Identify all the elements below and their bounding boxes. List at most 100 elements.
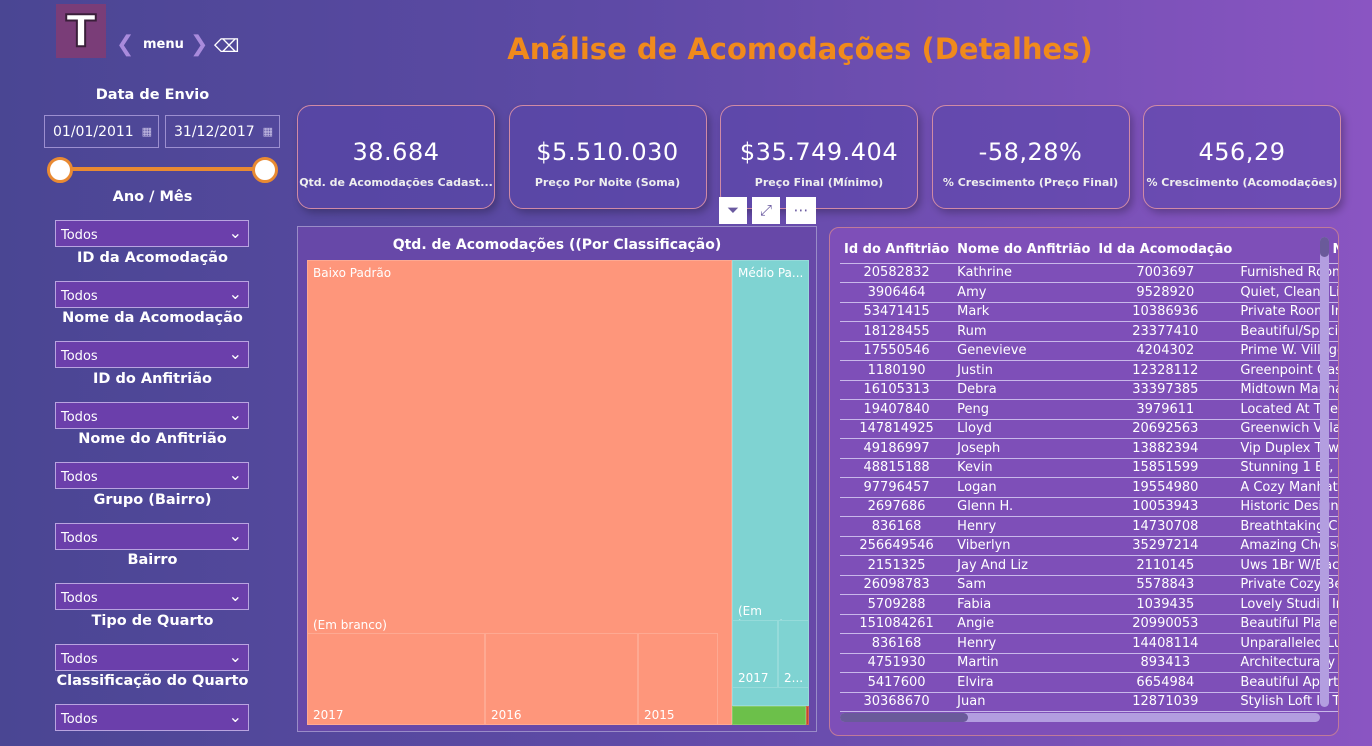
table-cell: Joseph bbox=[953, 438, 1095, 459]
vertical-scrollbar[interactable] bbox=[1320, 237, 1329, 707]
kpi-caption: Preço Final (Mínimo) bbox=[754, 176, 884, 189]
table-cell: 893413 bbox=[1094, 653, 1237, 673]
tile-green[interactable] bbox=[732, 706, 806, 725]
start-date-input[interactable]: 01/01/2011 ▦ bbox=[44, 115, 159, 148]
table-row[interactable]: 53471415Mark10386936Private Room In W bbox=[840, 302, 1338, 322]
slicer-label: Ano / Mês bbox=[112, 189, 193, 205]
column-header[interactable]: Id da Acomodação bbox=[1094, 236, 1237, 264]
kpi-card: -58,28% % Crescimento (Preço Final) bbox=[931, 105, 1130, 209]
focus-mode-icon[interactable]: ⤢ bbox=[752, 197, 780, 224]
tile-red[interactable] bbox=[806, 706, 809, 725]
table-cell: 6654984 bbox=[1094, 672, 1237, 693]
chevron-down-icon: ⌄ bbox=[228, 223, 242, 242]
tile-baixo-2016[interactable]: 2016 bbox=[485, 633, 638, 725]
horizontal-scrollbar[interactable] bbox=[840, 713, 1320, 722]
slicer-dropdown[interactable]: Todos ⌄ bbox=[55, 462, 249, 489]
slicer-dropdown[interactable]: Todos ⌄ bbox=[55, 401, 249, 429]
table-cell: Glenn H. bbox=[953, 497, 1095, 517]
table-cell: 14408114 bbox=[1094, 633, 1237, 654]
tile-label: 2015 bbox=[644, 708, 675, 722]
calendar-icon[interactable]: ▦ bbox=[263, 125, 273, 138]
table-row[interactable]: 26098783Sam5578843Private Cozy Bedr bbox=[840, 575, 1338, 595]
table-cell: Mark bbox=[953, 302, 1095, 322]
more-options-icon[interactable]: ⋯ bbox=[786, 197, 816, 224]
table-row[interactable]: 20582832Kathrine7003697Furnished Room In bbox=[840, 263, 1338, 283]
column-header[interactable]: Nome do Anfitrião bbox=[953, 236, 1095, 264]
table-row[interactable]: 5709288Fabia1039435Lovely Studio In M bbox=[840, 594, 1338, 615]
slicer-dropdown[interactable]: Todos ⌄ bbox=[55, 341, 249, 368]
table-cell: 17550546 bbox=[840, 341, 954, 361]
chevron-right-icon[interactable]: ❯ bbox=[190, 32, 208, 57]
table-row[interactable]: 836168Henry14408114Unparalleled Luxu bbox=[840, 633, 1338, 654]
kpi-value: $5.510.030 bbox=[536, 138, 679, 166]
table-cell: 16105313 bbox=[840, 380, 954, 400]
tile-medio-2017[interactable]: 2017 bbox=[732, 620, 778, 688]
table-cell: Viberlyn bbox=[953, 536, 1095, 556]
table-row[interactable]: 2151325Jay And Liz2110145Uws 1Br W/Backy… bbox=[840, 555, 1338, 576]
column-header[interactable]: Id do Anfitrião bbox=[840, 236, 954, 264]
table-row[interactable]: 151084261Angie20990053Beautiful Place In bbox=[840, 614, 1338, 634]
table-cell: 14730708 bbox=[1094, 516, 1237, 537]
table-cell: 5578843 bbox=[1094, 575, 1237, 595]
table-cell: 7003697 bbox=[1094, 263, 1237, 283]
table-row[interactable]: 19407840Peng3979611Located At The He bbox=[840, 399, 1338, 420]
date-range-track[interactable] bbox=[60, 167, 265, 171]
slicer-dropdown[interactable]: Todos ⌄ bbox=[55, 583, 249, 610]
table-row[interactable]: 30368670Juan12871039Stylish Loft In Tim bbox=[840, 692, 1338, 712]
table-cell: Kathrine bbox=[953, 263, 1095, 283]
table-row[interactable]: 147814925Lloyd20692563Greenwich Village bbox=[840, 419, 1338, 439]
table-cell: 20692563 bbox=[1094, 419, 1237, 439]
chevron-down-icon: ⌄ bbox=[228, 344, 242, 363]
table-cell: 5709288 bbox=[840, 594, 954, 615]
table-row[interactable]: 5417600Elvira6654984Beautiful Apartme bbox=[840, 672, 1338, 693]
table-cell: 836168 bbox=[840, 516, 954, 537]
chevron-left-icon[interactable]: ❮ bbox=[116, 32, 134, 57]
kpi-card: 456,29 % Crescimento (Acomodações) bbox=[1143, 105, 1341, 209]
slicer-dropdown[interactable]: Todos ⌄ bbox=[55, 522, 249, 550]
date-filter-label: Data de Envio bbox=[95, 87, 210, 103]
tile-label: (Em branco) bbox=[313, 618, 387, 632]
end-date-input[interactable]: 31/12/2017 ▦ bbox=[165, 115, 280, 148]
slicer-dropdown[interactable]: Todos ⌄ bbox=[55, 220, 249, 247]
table-row[interactable]: 16105313Debra33397385Midtown Manhatt bbox=[840, 380, 1338, 400]
table-row[interactable]: 2697686Glenn H.10053943Historic Designer bbox=[840, 497, 1338, 517]
table-row[interactable]: 49186997Joseph13882394Vip Duplex Townh bbox=[840, 438, 1338, 459]
page-title: Análise de Acomodações (Detalhes) bbox=[507, 32, 1093, 66]
date-range-end-handle[interactable] bbox=[252, 157, 278, 183]
slicer-value: Todos bbox=[61, 591, 98, 606]
table-row[interactable]: 17550546Genevieve4204302Prime W. Village… bbox=[840, 341, 1338, 361]
slicer-label: ID da Acomodação bbox=[76, 249, 229, 266]
tile-baixo-2017[interactable]: 2017 bbox=[307, 633, 485, 725]
table-cell: Martin bbox=[953, 653, 1095, 673]
slicer-dropdown[interactable]: Todos ⌄ bbox=[55, 280, 249, 308]
table-row[interactable]: 97796457Logan19554980A Cozy Manhattar bbox=[840, 477, 1338, 498]
table-cell: Juan bbox=[953, 692, 1095, 712]
table-row[interactable]: 18128455Rum23377410Beautiful/Spacious bbox=[840, 321, 1338, 342]
slicer-dropdown[interactable]: Todos ⌄ bbox=[55, 643, 249, 671]
table-row[interactable]: 1180190Justin12328112Greenpoint Oasis bbox=[840, 360, 1338, 381]
chevron-down-icon: ⌄ bbox=[228, 465, 242, 484]
table-cell: 12871039 bbox=[1094, 692, 1237, 712]
date-range-start-handle[interactable] bbox=[47, 157, 73, 183]
table-row[interactable]: 836168Henry14730708Breathtaking City bbox=[840, 516, 1338, 537]
calendar-icon[interactable]: ▦ bbox=[142, 125, 152, 138]
menu-label[interactable]: menu bbox=[143, 37, 184, 52]
table-cell: 49186997 bbox=[840, 438, 954, 459]
table-cell: 33397385 bbox=[1094, 380, 1237, 400]
table-cell: Henry bbox=[953, 516, 1095, 537]
table-row[interactable]: 3906464Amy9528920Quiet, Clean, Lit @ bbox=[840, 282, 1338, 303]
table-row[interactable]: 4751930Martin893413Architecturally Stu bbox=[840, 653, 1338, 673]
table-cell: Sam bbox=[953, 575, 1095, 595]
table-cell: 5417600 bbox=[840, 672, 954, 693]
eraser-icon[interactable]: ⌫ bbox=[214, 36, 239, 57]
slicer-dropdown[interactable]: Todos ⌄ bbox=[55, 704, 249, 731]
table-row[interactable]: 48815188Kevin15851599Stunning 1 Br, We bbox=[840, 458, 1338, 478]
filter-icon[interactable]: ⏷ bbox=[719, 197, 747, 224]
tile-medio-2[interactable]: 2... bbox=[778, 620, 809, 688]
kpi-card: $5.510.030 Preço Por Noite (Soma) bbox=[508, 105, 707, 209]
table-cell: 10386936 bbox=[1094, 302, 1237, 322]
tile-baixo-2015[interactable]: 2015 bbox=[638, 633, 718, 725]
table-cell: Jay And Liz bbox=[953, 555, 1095, 576]
table-row[interactable]: 256649546Viberlyn35297214Amazing Chelsea bbox=[840, 536, 1338, 556]
chevron-down-icon: ⌄ bbox=[228, 404, 242, 424]
